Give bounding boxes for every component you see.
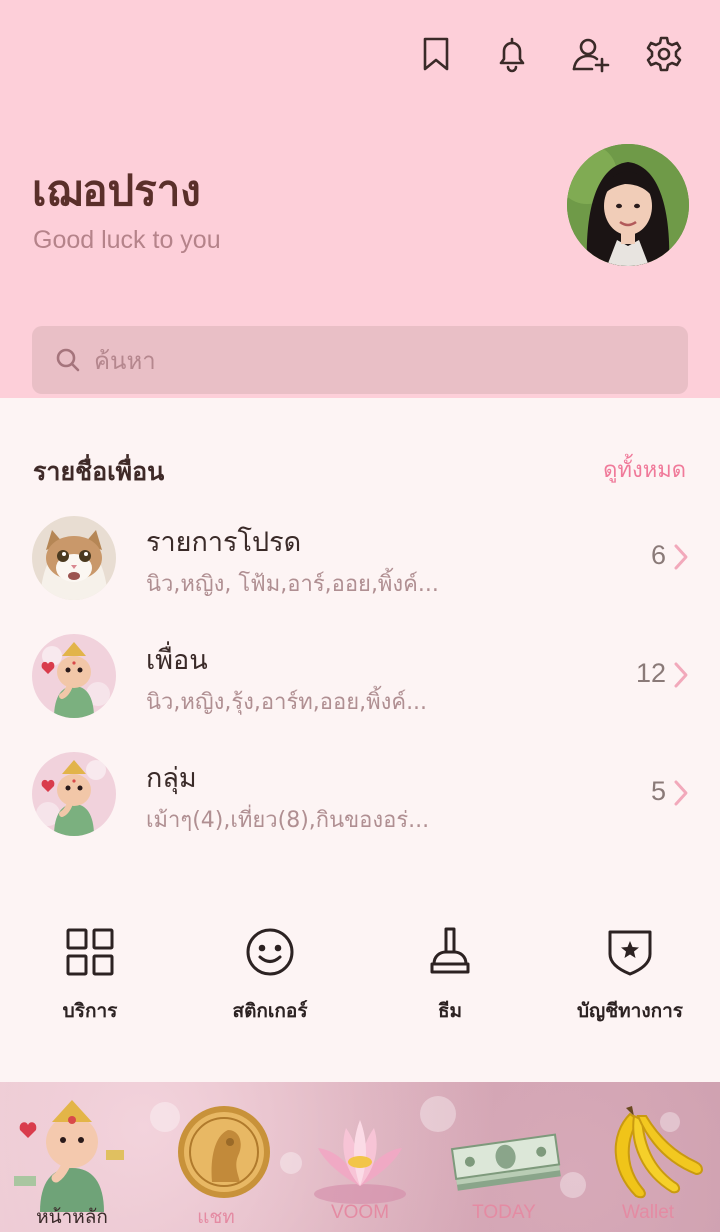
friend-group-row-favorites[interactable]: รายการโปรด นิว,หญิง, โฟ้ม,อาร์,ออย,พิ้งค… [0, 516, 720, 616]
profile-avatar[interactable] [567, 144, 689, 266]
tab-today[interactable]: TODAY [432, 1082, 576, 1232]
bottom-tab-bar: หน้าหลัก แชท VOOM TODAY Wallet [0, 1082, 720, 1232]
gold-coin-icon [178, 1106, 270, 1198]
profile-status-message[interactable]: Good luck to you [33, 226, 221, 255]
row-count: 6 [650, 540, 666, 570]
bell-icon[interactable] [490, 32, 534, 76]
brush-icon [430, 927, 470, 974]
smiley-icon [246, 928, 294, 976]
see-all-link[interactable]: ดูทั้งหมด [603, 452, 686, 487]
row-title: เพื่อน [146, 645, 208, 676]
tab-label: Wallet [621, 1202, 675, 1223]
tab-home[interactable]: หน้าหลัก [0, 1082, 144, 1232]
shortcut-services[interactable]: บริการ [0, 924, 180, 1026]
shield-star-icon [608, 930, 652, 976]
cat-avatar [32, 516, 116, 600]
search-placeholder: ค้นหา [94, 346, 156, 375]
row-subtitle: นิว,หญิง, โฟ้ม,อาร์,ออย,พิ้งค์... [146, 572, 439, 597]
chevron-right-icon [674, 544, 688, 570]
friend-group-row-friends[interactable]: เพื่อน นิว,หญิง,รุ้ง,อาร์ท,ออย,พิ้งค์...… [0, 634, 720, 734]
chevron-right-icon [674, 662, 688, 688]
tab-label: TODAY [472, 1202, 536, 1223]
friends-section-title: รายชื่อเพื่อน [33, 457, 165, 486]
money-stack-icon [450, 1133, 561, 1191]
banana-icon [614, 1106, 703, 1199]
grid-icon [66, 928, 114, 976]
shortcut-label: สติกเกอร์ [232, 1000, 308, 1022]
shortcut-official-accounts[interactable]: บัญชีทางการ [540, 924, 720, 1026]
shortcut-stickers[interactable]: สติกเกอร์ [180, 924, 360, 1026]
ganesha-icon [14, 1100, 124, 1212]
ganesha-avatar [32, 752, 116, 836]
profile-header: เฌอปราง Good luck to you ค้นหา [0, 0, 720, 398]
tab-wallet[interactable]: Wallet [576, 1082, 720, 1232]
row-title: กลุ่ม [146, 763, 197, 794]
bookmark-icon[interactable] [414, 32, 458, 76]
row-count: 12 [635, 658, 666, 688]
row-subtitle: เม้าๆ(4),เที่ยว(8),กินของอร่... [146, 808, 430, 833]
shortcut-themes[interactable]: ธีม [360, 924, 540, 1026]
search-input[interactable]: ค้นหา [32, 326, 688, 394]
tab-chat[interactable]: แชท [144, 1082, 288, 1232]
tab-label: แชท [197, 1207, 235, 1228]
tab-voom[interactable]: VOOM [288, 1082, 432, 1232]
friend-group-row-groups[interactable]: กลุ่ม เม้าๆ(4),เที่ยว(8),กินของอร่... 5 [0, 752, 720, 852]
add-friend-icon[interactable] [568, 32, 612, 76]
row-title: รายการโปรด [146, 527, 302, 558]
chevron-right-icon [674, 780, 688, 806]
shortcut-label: บัญชีทางการ [577, 1000, 683, 1022]
shortcut-label: ธีม [437, 1000, 463, 1022]
profile-name[interactable]: เฌอปราง [32, 158, 201, 224]
ganesha-avatar [32, 634, 116, 718]
row-subtitle: นิว,หญิง,รุ้ง,อาร์ท,ออย,พิ้งค์... [146, 690, 428, 715]
shortcut-label: บริการ [62, 1000, 118, 1022]
row-count: 5 [650, 776, 666, 806]
search-icon [56, 348, 80, 372]
lotus-icon [314, 1120, 406, 1204]
tab-label: หน้าหลัก [36, 1207, 108, 1228]
gear-icon[interactable] [642, 32, 686, 76]
tab-label: VOOM [330, 1202, 390, 1223]
